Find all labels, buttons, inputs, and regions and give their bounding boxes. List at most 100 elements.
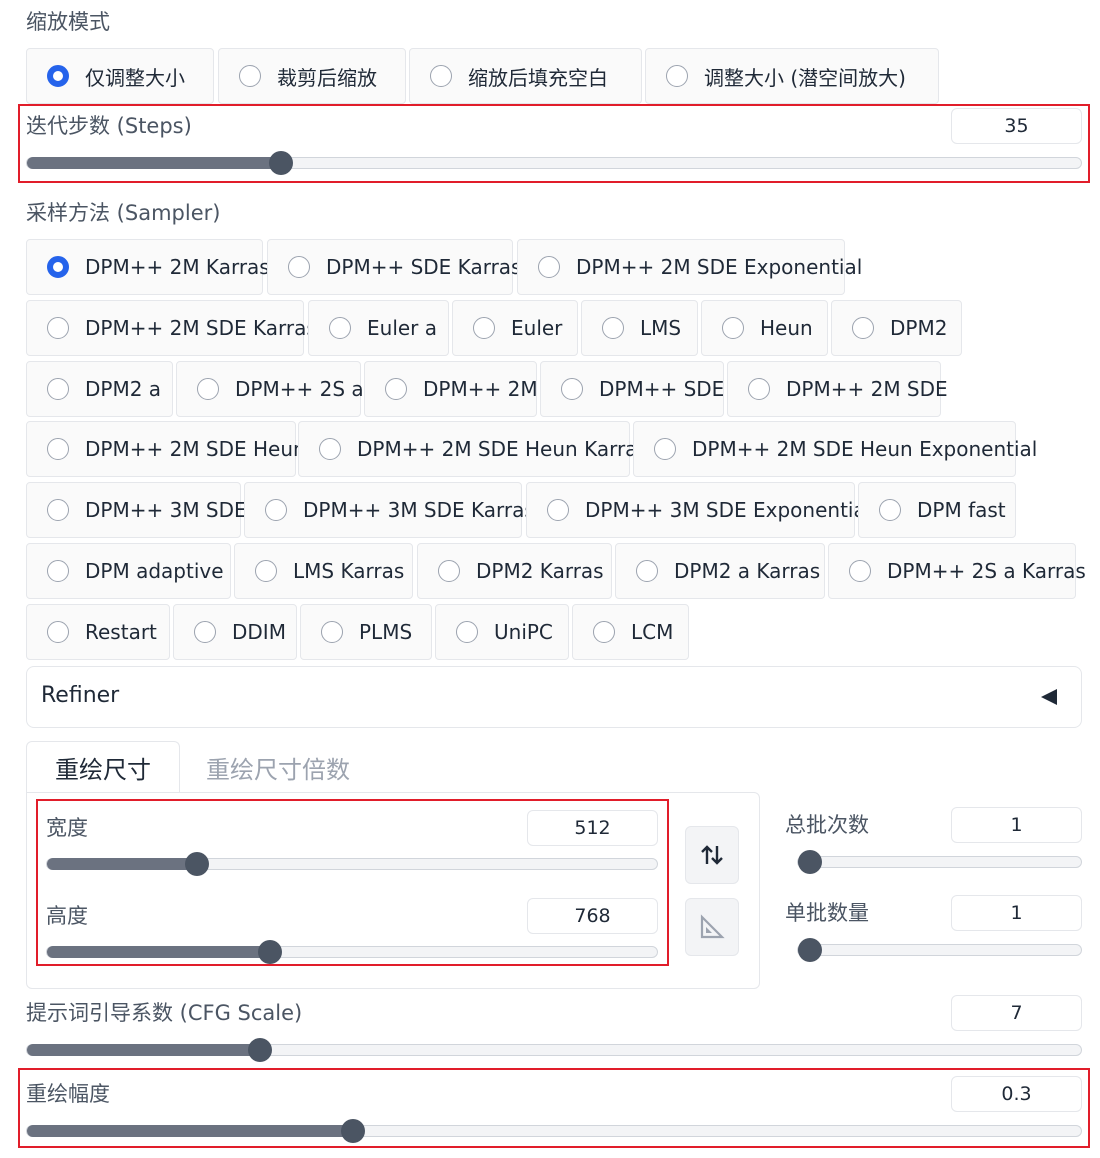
resize-option[interactable]: 调整大小 (潜空间放大) [645, 48, 939, 104]
sampler-option-label: LCM [631, 620, 674, 644]
radio-empty-icon [879, 499, 901, 521]
sampler-option-label: DPM++ SDE Karras [326, 255, 522, 279]
sampler-option-label: DPM++ 3M SDE Karras [303, 498, 535, 522]
height-input[interactable]: 768 [527, 898, 658, 934]
resize-option-label: 仅调整大小 [85, 65, 185, 90]
sampler-option[interactable]: DPM++ 2S a Karras [828, 543, 1086, 599]
swap-dimensions-button[interactable] [685, 826, 739, 884]
sampler-option-label: PLMS [359, 620, 413, 644]
radio-empty-icon [47, 317, 69, 339]
sampler-option-label: DPM adaptive [85, 559, 224, 583]
cfg-input[interactable]: 7 [951, 995, 1082, 1031]
width-input[interactable]: 512 [527, 810, 658, 846]
sampler-option[interactable]: DPM2 Karras [417, 543, 612, 599]
batch-count-input[interactable]: 1 [951, 807, 1082, 843]
height-slider[interactable] [46, 940, 658, 964]
tab-resize-to[interactable]: 重绘尺寸 [26, 741, 180, 793]
denoise-slider[interactable] [26, 1119, 1082, 1143]
sampler-option[interactable]: UniPC [435, 604, 569, 660]
sampler-option[interactable]: DPM++ 3M SDE [26, 482, 247, 538]
sampler-option[interactable]: Euler a [308, 300, 449, 356]
radio-empty-icon [547, 499, 569, 521]
batch-count-slider[interactable] [797, 850, 1082, 874]
resize-option-label: 调整大小 (潜空间放大) [704, 65, 906, 90]
sampler-option[interactable]: DPM adaptive [26, 543, 231, 599]
radio-empty-icon [593, 621, 615, 643]
batch-size-label: 单批数量 [785, 901, 869, 925]
height-slider-fill [47, 946, 270, 958]
sampler-option-label: Euler [511, 316, 563, 340]
radio-empty-icon [47, 438, 69, 460]
sampler-option[interactable]: DPM++ 2M Karras [26, 239, 270, 295]
radio-empty-icon [265, 499, 287, 521]
width-slider-fill [47, 858, 198, 870]
batch-size-input[interactable]: 1 [951, 895, 1082, 931]
sampler-option-label: LMS Karras [293, 559, 405, 583]
batch-size-slider[interactable] [797, 938, 1082, 962]
sampler-option[interactable]: DPM++ SDE Karras [267, 239, 521, 295]
radio-empty-icon [473, 317, 495, 339]
sampler-option-label: DDIM [232, 620, 286, 644]
sampler-option[interactable]: Heun [701, 300, 828, 356]
resize-option[interactable]: 裁剪后缩放 [218, 48, 406, 104]
sampler-option[interactable]: DPM++ 2M SDE Heun [26, 421, 306, 477]
sampler-option[interactable]: DPM++ 2M SDE Heun Karras [298, 421, 648, 477]
sampler-option[interactable]: DPM++ 2M SDE Exponential [517, 239, 862, 295]
sampler-option[interactable]: LMS Karras [234, 543, 413, 599]
refiner-label: Refiner [41, 683, 120, 708]
radio-empty-icon [47, 378, 69, 400]
cfg-label: 提示词引导系数 (CFG Scale) [26, 1001, 303, 1025]
radio-empty-icon [430, 65, 452, 87]
sampler-option[interactable]: DPM2 a Karras [615, 543, 825, 599]
sampler-option[interactable]: DPM++ SDE [540, 361, 724, 417]
sampler-option-label: DPM++ 2M SDE Heun [85, 437, 306, 461]
resize-option[interactable]: 缩放后填充空白 [409, 48, 642, 104]
triangle-left-icon[interactable] [1041, 689, 1057, 705]
sampler-option-label: DPM++ 2M SDE [786, 377, 948, 401]
sampler-option[interactable]: DPM++ 3M SDE Karras [244, 482, 535, 538]
sampler-option-label: Euler a [367, 316, 438, 340]
sampler-option[interactable]: DPM++ 2S a [176, 361, 364, 417]
height-label: 高度 [46, 904, 88, 928]
denoise-input[interactable]: 0.3 [951, 1076, 1082, 1112]
height-slider-thumb[interactable] [257, 940, 282, 964]
resize-option-label: 裁剪后缩放 [277, 65, 377, 90]
sampler-option[interactable]: PLMS [300, 604, 432, 660]
cfg-slider-thumb[interactable] [248, 1038, 273, 1062]
aspect-ratio-button[interactable] [685, 898, 739, 956]
sampler-option[interactable]: DPM2 a [26, 361, 173, 417]
sampler-option[interactable]: DPM++ 2M SDE [727, 361, 948, 417]
steps-input[interactable]: 35 [951, 108, 1082, 144]
sampler-option-label: DPM2 a Karras [674, 559, 821, 583]
denoise-slider-thumb[interactable] [341, 1119, 366, 1143]
sampler-option[interactable]: Euler [452, 300, 578, 356]
steps-slider[interactable] [26, 151, 1082, 175]
sampler-option[interactable]: LCM [572, 604, 689, 660]
denoise-label: 重绘幅度 [26, 1082, 110, 1106]
resize-mode-label: 缩放模式 [26, 10, 110, 34]
radio-empty-icon [438, 560, 460, 582]
sampler-option[interactable]: DPM++ 2M SDE Karras [26, 300, 317, 356]
sampler-option-label: DPM++ 2M Karras [85, 255, 270, 279]
sampler-option[interactable]: DDIM [173, 604, 297, 660]
resize-option[interactable]: 仅调整大小 [26, 48, 214, 104]
refiner-accordion[interactable]: Refiner [26, 666, 1082, 728]
cfg-slider[interactable] [26, 1038, 1082, 1062]
sampler-option[interactable]: LMS [581, 300, 698, 356]
width-slider[interactable] [46, 852, 658, 876]
sampler-option[interactable]: DPM++ 3M SDE Exponential [526, 482, 871, 538]
batch-count-slider-thumb[interactable] [798, 850, 822, 874]
sampler-option[interactable]: Restart [26, 604, 170, 660]
steps-slider-thumb[interactable] [269, 151, 294, 175]
sampler-option[interactable]: DPM2 [831, 300, 962, 356]
sampler-label: 采样方法 (Sampler) [26, 201, 221, 225]
sampler-option-label: DPM++ 2S a Karras [887, 559, 1086, 583]
sampler-option[interactable]: DPM++ 2M [364, 361, 538, 417]
sampler-option-label: DPM2 [890, 316, 948, 340]
sampler-option[interactable]: DPM fast [858, 482, 1016, 538]
sampler-option[interactable]: DPM++ 2M SDE Heun Exponential [633, 421, 1037, 477]
tab-resize-by[interactable]: 重绘尺寸倍数 [206, 750, 350, 785]
batch-size-slider-thumb[interactable] [798, 938, 822, 962]
radio-empty-icon [849, 560, 871, 582]
radio-empty-icon [47, 499, 69, 521]
